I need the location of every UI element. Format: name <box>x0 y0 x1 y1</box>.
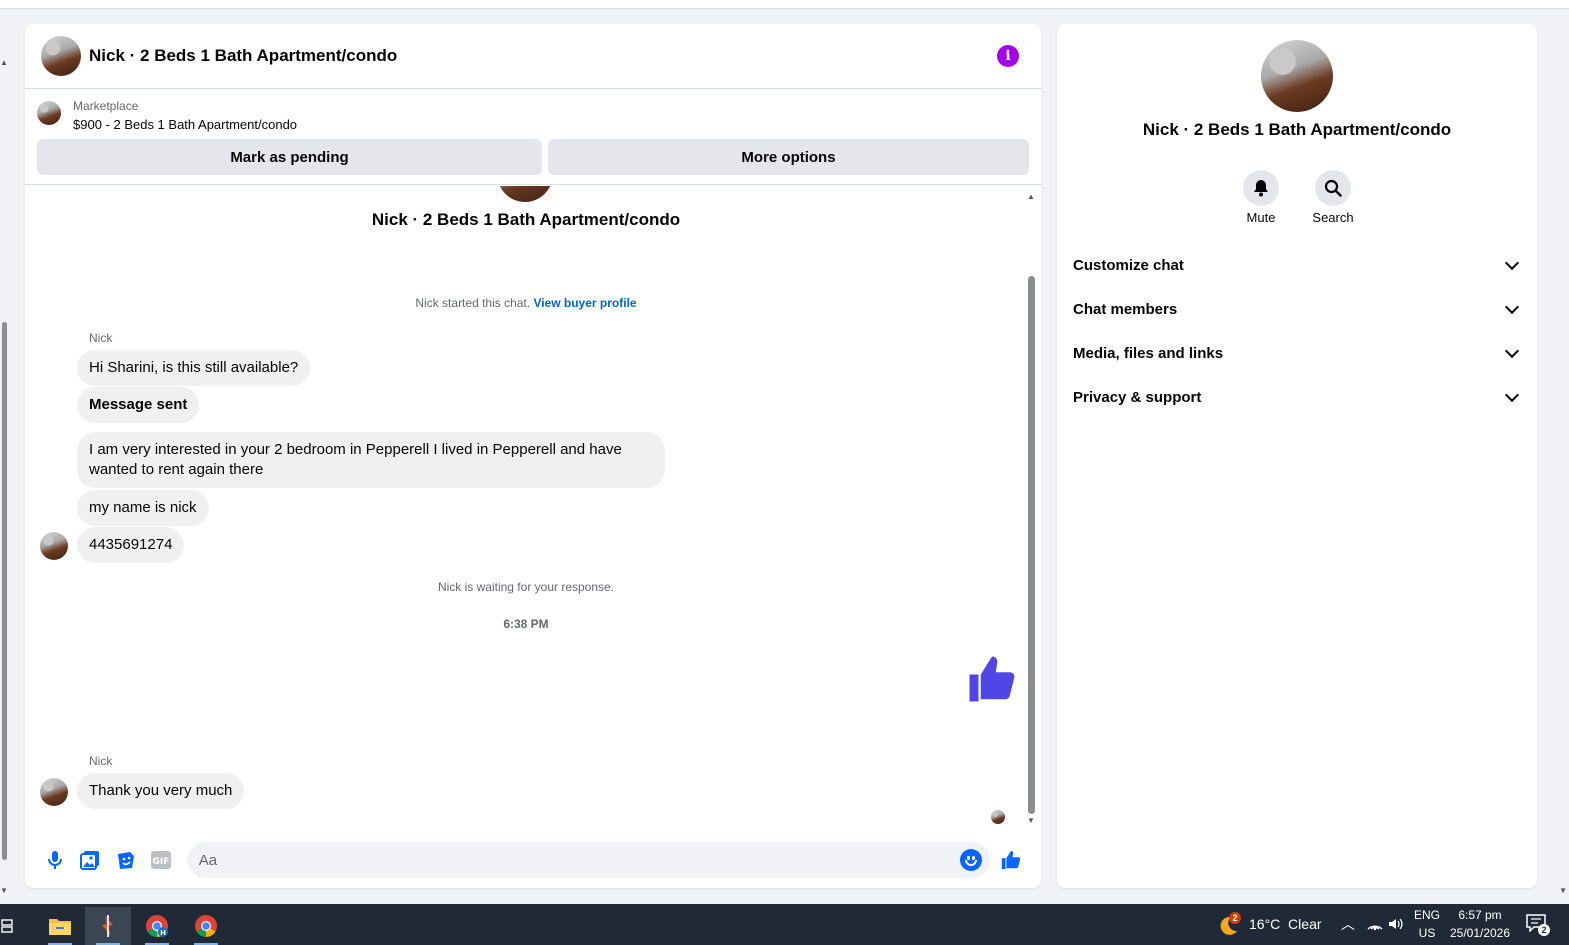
mute-label: Mute <box>1246 210 1276 225</box>
language-top[interactable]: ENG <box>1414 908 1440 922</box>
network-icon[interactable] <box>1367 917 1383 931</box>
weather-icon[interactable]: 2 <box>1217 912 1241 936</box>
section-title: Media, files and links <box>1073 344 1224 362</box>
listing-thumbnail[interactable] <box>37 101 61 125</box>
gif-icon[interactable]: GIF <box>143 842 178 878</box>
message-scrollbar[interactable]: ▲ ▼ <box>1027 192 1035 825</box>
clock-time[interactable]: 6:57 pm <box>1448 908 1512 922</box>
view-buyer-profile-link[interactable]: View buyer profile <box>533 296 636 310</box>
weather-badge: 2 <box>1229 912 1241 924</box>
chat-avatar[interactable] <box>41 36 81 76</box>
message-bubble[interactable]: Message sent <box>77 387 200 423</box>
message-bubble[interactable]: my name is nick <box>77 490 209 526</box>
message-bubble[interactable]: I am very interested in your 2 bedroom i… <box>77 432 665 488</box>
photo-icon[interactable] <box>72 842 107 878</box>
task-view-icon[interactable] <box>0 907 20 945</box>
message-bubble[interactable]: Hi Sharini, is this still available? <box>77 350 311 386</box>
section-title: Customize chat <box>1073 256 1184 274</box>
svg-text:GIF: GIF <box>153 857 170 867</box>
details-avatar[interactable] <box>1261 40 1333 112</box>
message-timestamp: 6:38 PM <box>503 617 549 631</box>
seen-indicator-avatar <box>991 810 1005 824</box>
scroll-down-arrow-icon[interactable]: ▼ <box>1559 886 1567 895</box>
volume-icon[interactable] <box>1388 916 1404 932</box>
section-title: Privacy & support <box>1073 388 1202 406</box>
scroll-up-arrow-icon[interactable]: ▲ <box>0 58 8 67</box>
privacy-support-section[interactable]: Privacy & support <box>1073 379 1521 415</box>
media-files-links-section[interactable]: Media, files and links <box>1073 335 1521 371</box>
conversation-avatar <box>497 186 553 202</box>
notifications-icon[interactable]: 2 <box>1526 914 1550 936</box>
chat-started-notice: Nick started this chat. View buyer profi… <box>25 296 1027 310</box>
page-scrollbar-thumb[interactable] <box>2 322 7 860</box>
message-bubble[interactable]: 4435691274 <box>77 527 185 563</box>
chevron-down-icon <box>1504 255 1520 270</box>
page-scrollbar[interactable]: ▲ ▼ <box>0 50 10 900</box>
listing-price-title[interactable]: $900 - 2 Beds 1 Bath Apartment/condo <box>73 117 297 132</box>
message-bubble[interactable]: Thank you very much <box>77 773 245 809</box>
chevron-down-icon <box>1504 387 1520 402</box>
message-composer: GIF <box>25 832 1041 888</box>
notifications-badge: 2 <box>1538 924 1550 936</box>
info-icon[interactable]: i <box>997 45 1019 67</box>
emoji-icon[interactable] <box>959 849 982 871</box>
more-options-button[interactable]: More options <box>548 139 1029 175</box>
chrome-profile-h-icon[interactable]: H <box>134 907 180 945</box>
message-sender: Nick <box>89 754 113 768</box>
chat-panel: Nick · 2 Beds 1 Bath Apartment/condo i M… <box>25 24 1041 888</box>
chevron-down-icon <box>1504 343 1520 358</box>
section-title: Chat members <box>1073 300 1178 318</box>
message-sender: Nick <box>89 331 113 345</box>
thumbs-up-icon[interactable] <box>965 652 1019 706</box>
weather-text[interactable]: 16°C Clear <box>1249 916 1322 932</box>
customize-chat-section[interactable]: Customize chat <box>1073 247 1521 283</box>
microphone-icon[interactable] <box>37 842 72 878</box>
clock-date[interactable]: 25/01/2026 <box>1448 926 1512 940</box>
mute-button[interactable]: Mute <box>1243 170 1279 225</box>
chat-title[interactable]: Nick · 2 Beds 1 Bath Apartment/condo <box>89 46 397 66</box>
search-button[interactable]: Search <box>1312 170 1354 225</box>
language-bottom[interactable]: US <box>1414 926 1440 940</box>
sender-avatar[interactable] <box>40 778 68 806</box>
chevron-down-icon <box>1504 299 1520 314</box>
top-strip <box>0 0 1569 9</box>
send-like-icon[interactable] <box>994 842 1029 878</box>
chrome-icon[interactable] <box>183 907 229 945</box>
search-icon[interactable] <box>1315 170 1351 206</box>
svg-text:H: H <box>160 929 166 937</box>
chat-members-section[interactable]: Chat members <box>1073 291 1521 327</box>
sticker-icon[interactable] <box>108 842 143 878</box>
taskbar: H 2 16°C Clear ︿ ENG US 6:57 pm 25/01/20… <box>0 904 1569 945</box>
conversation-title: Nick · 2 Beds 1 Bath Apartment/condo <box>371 210 681 229</box>
waiting-notice: Nick is waiting for your response. <box>437 580 615 594</box>
chat-header: Nick · 2 Beds 1 Bath Apartment/condo i <box>25 24 1041 89</box>
file-explorer-icon[interactable] <box>37 907 83 945</box>
message-list[interactable]: Nick · 2 Beds 1 Bath Apartment/condo Nic… <box>25 186 1041 832</box>
mark-as-pending-button[interactable]: Mark as pending <box>37 139 542 175</box>
message-input-box[interactable] <box>186 842 990 878</box>
scroll-up-arrow-icon[interactable]: ▲ <box>1027 192 1035 201</box>
details-title: Nick · 2 Beds 1 Bath Apartment/condo <box>1142 120 1452 139</box>
listing-source: Marketplace <box>73 99 139 113</box>
scroll-down-arrow-icon[interactable]: ▼ <box>1027 816 1035 825</box>
chat-details-panel: Nick · 2 Beds 1 Bath Apartment/condo Mut… <box>1057 24 1537 888</box>
scroll-down-arrow-icon[interactable]: ▼ <box>0 886 8 895</box>
message-scrollbar-thumb[interactable] <box>1028 276 1035 814</box>
listing-banner: Marketplace $900 - 2 Beds 1 Bath Apartme… <box>25 89 1041 185</box>
chat-started-text: Nick started this chat. <box>415 296 534 310</box>
bell-icon[interactable] <box>1243 170 1279 206</box>
app-icon-red[interactable] <box>85 907 131 945</box>
search-label: Search <box>1312 210 1354 225</box>
show-hidden-icons-chevron-up-icon[interactable]: ︿ <box>1341 914 1355 934</box>
sender-avatar[interactable] <box>40 532 68 560</box>
message-input[interactable] <box>186 842 947 878</box>
